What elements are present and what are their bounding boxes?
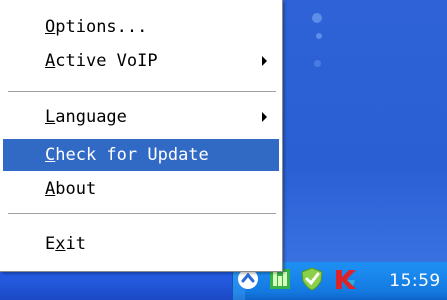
desktop-decoration bbox=[316, 33, 322, 39]
tray-clock[interactable]: 15:59 bbox=[383, 262, 447, 300]
menu-mnemonic: C bbox=[45, 145, 56, 165]
menu-item-label: E bbox=[45, 234, 56, 254]
menu-item-label: ctive VoIP bbox=[55, 51, 158, 71]
menu-separator bbox=[8, 213, 276, 215]
desktop-decoration bbox=[314, 60, 321, 67]
desktop-decoration bbox=[312, 13, 322, 23]
tray-context-menu: Options... Active VoIP Language Check fo… bbox=[0, 0, 283, 272]
menu-mnemonic: A bbox=[45, 179, 56, 199]
menu-mnemonic: L bbox=[45, 107, 56, 127]
menu-item-label: heck for Update bbox=[55, 145, 209, 165]
menu-mnemonic: A bbox=[45, 51, 56, 71]
desktop-background bbox=[280, 0, 447, 300]
menu-item-exit[interactable]: Exit bbox=[3, 228, 279, 260]
submenu-arrow-icon bbox=[262, 56, 267, 66]
menu-item-language[interactable]: Language bbox=[3, 101, 279, 133]
menu-item-options[interactable]: Options... bbox=[3, 11, 279, 43]
kaspersky-k-icon[interactable] bbox=[333, 266, 359, 292]
menu-item-label: bout bbox=[55, 179, 97, 199]
menu-item-active-voip[interactable]: Active VoIP bbox=[3, 45, 279, 77]
shield-check-icon[interactable] bbox=[299, 266, 325, 292]
menu-mnemonic: O bbox=[45, 17, 56, 37]
menu-item-about[interactable]: About bbox=[3, 173, 279, 205]
menu-separator bbox=[8, 91, 276, 93]
menu-mnemonic: x bbox=[55, 234, 66, 254]
menu-item-check-for-update[interactable]: Check for Update bbox=[3, 139, 279, 171]
menu-item-label: ptions... bbox=[55, 17, 148, 37]
submenu-arrow-icon bbox=[262, 112, 267, 122]
menu-item-label: anguage bbox=[55, 107, 127, 127]
menu-item-label: it bbox=[65, 234, 86, 254]
